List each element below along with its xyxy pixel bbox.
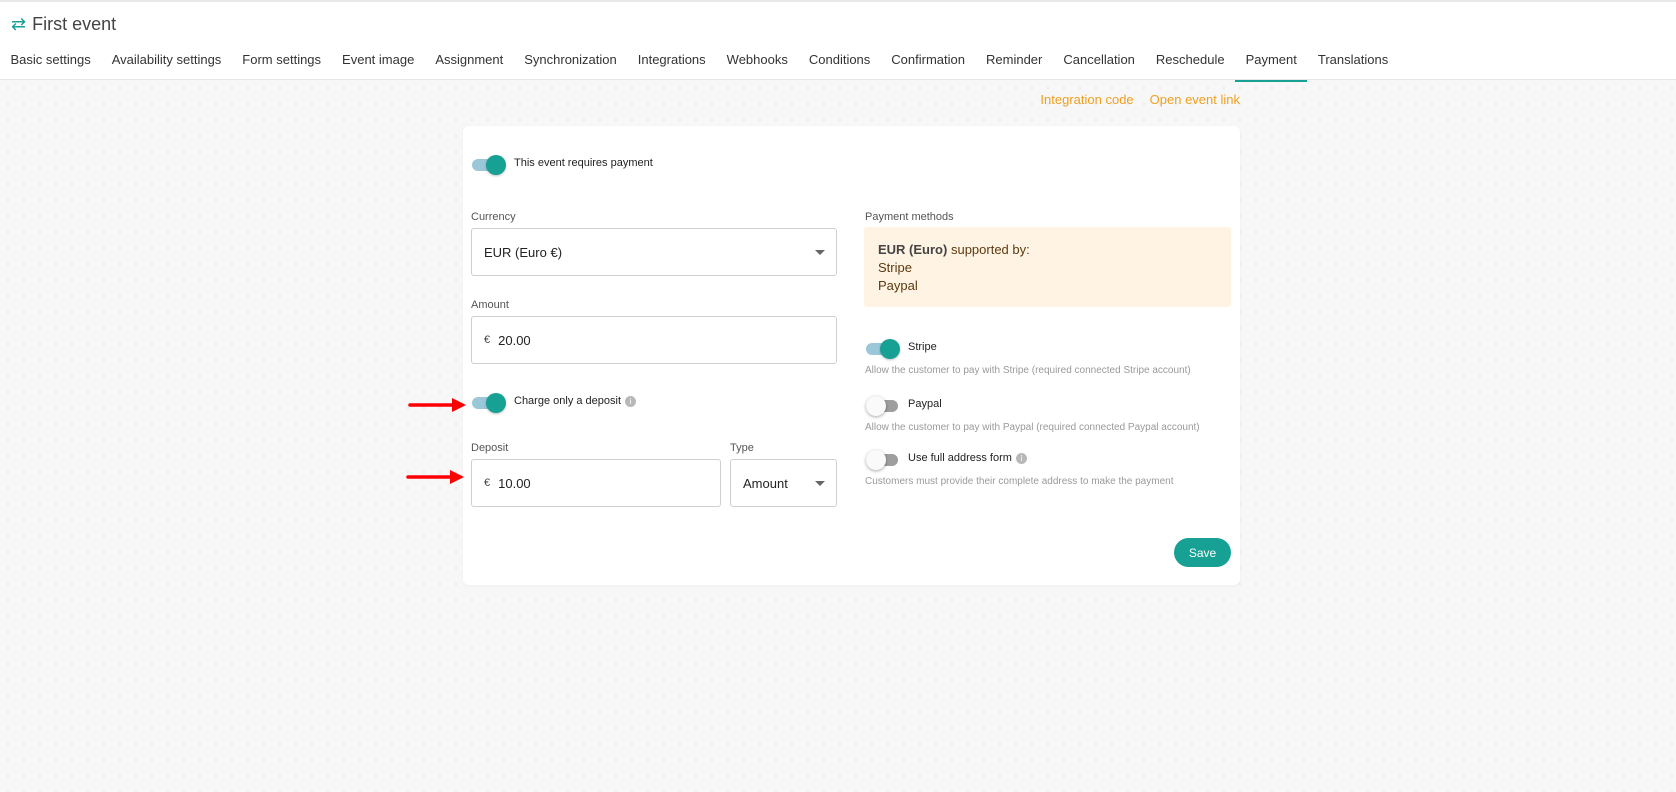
currency-label: Currency xyxy=(471,211,516,223)
chevron-down-icon xyxy=(815,250,825,255)
payment-methods-info: EUR (Euro) supported by: Stripe Paypal xyxy=(864,227,1231,307)
euro-prefix: € xyxy=(484,477,491,489)
amount-label: Amount xyxy=(471,299,509,311)
euro-prefix: € xyxy=(484,334,491,346)
chevron-down-icon xyxy=(815,481,825,486)
toggle-knob xyxy=(866,396,886,416)
supported-by-text: supported by: xyxy=(950,242,1030,257)
info-icon[interactable]: i xyxy=(1015,452,1027,464)
deposit-input[interactable]: € 10.00 xyxy=(471,459,721,507)
stripe-hint: Allow the customer to pay with Stripe (r… xyxy=(865,365,1191,376)
toggle-knob xyxy=(486,393,506,413)
currency-value: EUR (Euro €) xyxy=(484,244,563,260)
page-title: First event xyxy=(32,13,117,34)
paypal-hint: Allow the customer to pay with Paypal (r… xyxy=(865,422,1200,433)
tab-assignment[interactable]: Assignment xyxy=(425,46,514,82)
paypal-toggle[interactable] xyxy=(866,396,900,416)
requires-payment-label: This event requires payment xyxy=(514,157,653,169)
deposit-type-value: Amount xyxy=(743,475,788,491)
tab-basic-settings[interactable]: Basic settings xyxy=(0,46,101,82)
amount-input[interactable]: € 20.00 xyxy=(471,316,837,364)
tab-confirmation[interactable]: Confirmation xyxy=(881,46,976,82)
tab-reminder[interactable]: Reminder xyxy=(976,46,1053,82)
stripe-label: Stripe xyxy=(908,341,937,353)
tab-event-image[interactable]: Event image xyxy=(332,46,425,82)
payment-settings-card: This event requires payment Currency EUR… xyxy=(463,126,1240,585)
deposit-value: 10.00 xyxy=(498,475,531,491)
integration-code-link[interactable]: Integration code xyxy=(1040,92,1133,107)
supported-by-line: EUR (Euro) supported by: xyxy=(878,241,1217,259)
charge-deposit-toggle[interactable] xyxy=(472,393,506,413)
swap-arrows-icon: ⇄ xyxy=(11,14,27,34)
tab-cancellation[interactable]: Cancellation xyxy=(1053,46,1146,82)
paypal-label: Paypal xyxy=(908,398,942,410)
charge-deposit-label: Charge only a deposit i xyxy=(514,395,637,407)
deposit-label: Deposit xyxy=(471,442,509,454)
full-address-text: Use full address form xyxy=(908,452,1012,464)
deposit-type-select[interactable]: Amount xyxy=(730,459,837,507)
provider-stripe: Stripe xyxy=(878,260,912,275)
charge-deposit-text: Charge only a deposit xyxy=(514,395,622,407)
tab-conditions[interactable]: Conditions xyxy=(798,46,880,82)
currency-name: EUR (Euro) xyxy=(878,242,948,257)
toggle-knob xyxy=(866,450,886,470)
tab-form-settings[interactable]: Form settings xyxy=(232,46,332,82)
toggle-knob xyxy=(486,155,506,175)
toggle-knob xyxy=(880,339,900,359)
tab-availability-settings[interactable]: Availability settings xyxy=(101,46,232,82)
amount-value: 20.00 xyxy=(498,332,531,348)
save-button[interactable]: Save xyxy=(1174,538,1231,567)
settings-tabs: Basic settings Availability settings For… xyxy=(0,46,1399,82)
tab-synchronization[interactable]: Synchronization xyxy=(514,46,628,82)
payment-methods-label: Payment methods xyxy=(865,211,954,223)
tab-reschedule[interactable]: Reschedule xyxy=(1145,46,1235,82)
tab-translations[interactable]: Translations xyxy=(1307,46,1398,82)
top-links: Integration code Open event link xyxy=(1040,92,1240,107)
stripe-toggle[interactable] xyxy=(866,339,900,359)
annotation-arrow-icon xyxy=(408,398,466,412)
tab-webhooks[interactable]: Webhooks xyxy=(716,46,798,82)
currency-select[interactable]: EUR (Euro €) xyxy=(471,228,837,276)
provider-paypal: Paypal xyxy=(878,278,918,293)
full-address-label: Use full address form i xyxy=(908,452,1027,464)
full-address-hint: Customers must provide their complete ad… xyxy=(865,476,1174,487)
page-header: ⇄ First event Basic settings Availabilit… xyxy=(0,0,1676,82)
open-event-link[interactable]: Open event link xyxy=(1150,92,1240,107)
full-address-toggle[interactable] xyxy=(866,450,900,470)
requires-payment-text: This event requires payment xyxy=(514,157,653,169)
tab-integrations[interactable]: Integrations xyxy=(627,46,716,82)
type-label: Type xyxy=(730,442,754,454)
requires-payment-toggle[interactable] xyxy=(472,155,506,175)
event-title-row: ⇄ First event xyxy=(11,12,116,36)
tab-payment[interactable]: Payment xyxy=(1235,46,1308,82)
annotation-arrow-icon xyxy=(406,470,464,484)
info-icon[interactable]: i xyxy=(625,395,637,407)
